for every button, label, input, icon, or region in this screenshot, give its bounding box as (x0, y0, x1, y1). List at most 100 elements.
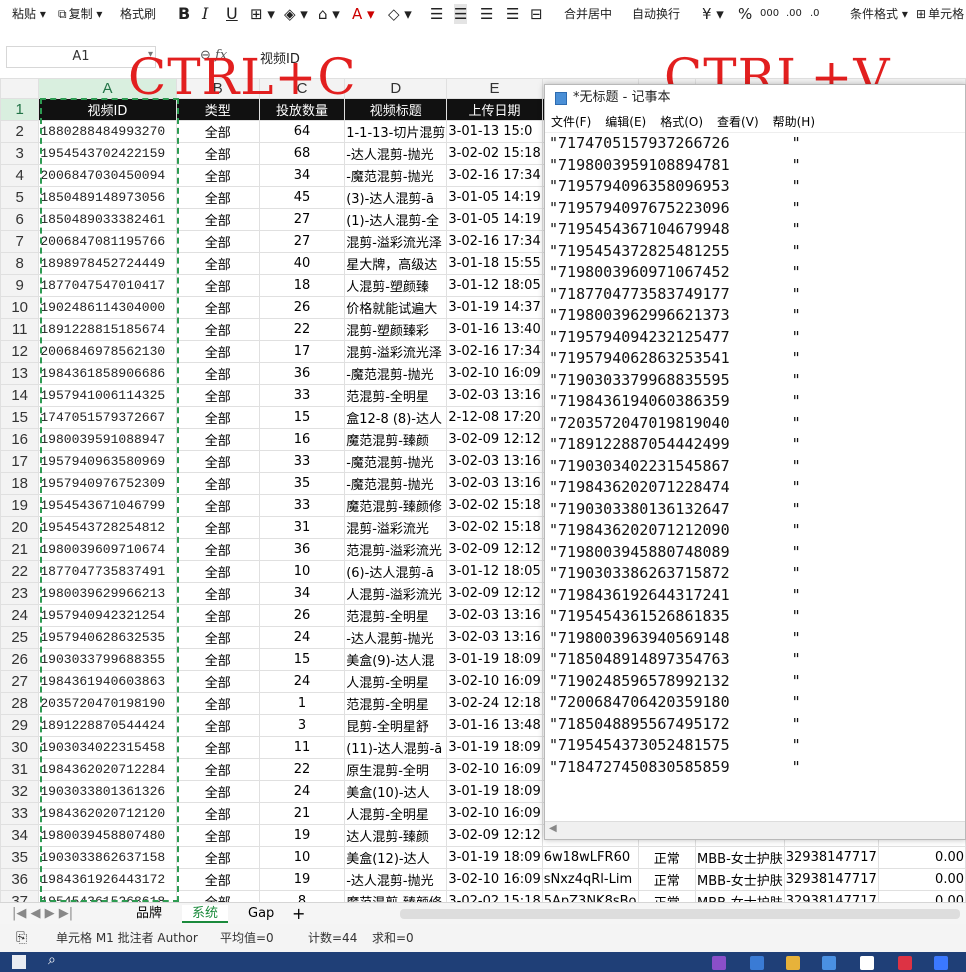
cell[interactable]: 全部 (175, 450, 260, 473)
cell[interactable]: 全部 (175, 208, 260, 231)
cell[interactable]: 26 (258, 296, 346, 319)
cell[interactable]: 21 (258, 802, 346, 825)
cell[interactable]: 16 (258, 428, 346, 451)
app-icon-3[interactable] (860, 956, 874, 970)
cell[interactable]: 全部 (175, 626, 260, 649)
cell[interactable]: 全部 (175, 560, 260, 583)
cell[interactable]: 魔范混剪-臻颜 (344, 428, 448, 451)
cell[interactable]: 2035720470198190 (38, 692, 177, 715)
cell[interactable]: 27 (258, 230, 346, 253)
cell[interactable]: 35 (258, 472, 346, 495)
cell[interactable]: 全部 (175, 142, 260, 165)
row-header[interactable]: 5 (0, 186, 40, 209)
cell[interactable]: 价格就能试遍大 (344, 296, 448, 319)
cell[interactable]: -达人混剪-抛光 (344, 626, 448, 649)
row-header[interactable]: 10 (0, 296, 40, 319)
cell[interactable]: MBB-女士护肤 (695, 890, 785, 902)
row-header[interactable]: 18 (0, 472, 40, 495)
cell[interactable]: -达人混剪-抛光 (344, 868, 448, 891)
cell[interactable]: 1891228815185674 (38, 318, 177, 341)
cell[interactable]: MBB-女士护肤 (695, 846, 785, 869)
cell[interactable]: 全部 (175, 824, 260, 847)
cell[interactable]: 36 (258, 362, 346, 385)
cell[interactable]: 3-02-02 15:18 (446, 494, 543, 517)
notepad-horizontal-scrollbar[interactable]: ◀ (545, 821, 965, 839)
search-icon[interactable]: ⌕ (48, 952, 56, 968)
row-header[interactable]: 23 (0, 582, 40, 605)
cell[interactable]: 1 (258, 692, 346, 715)
cell[interactable]: 全部 (175, 274, 260, 297)
cell[interactable]: 全部 (175, 384, 260, 407)
cell[interactable]: 3-02-09 12:12 (446, 824, 543, 847)
cell[interactable]: 全部 (175, 406, 260, 429)
align-center-icon[interactable]: ☰ (454, 4, 468, 24)
align-left-icon[interactable]: ☰ (430, 4, 443, 24)
cell[interactable]: 达人混剪-臻颜 (344, 824, 448, 847)
cell[interactable]: 1850489148973056 (38, 186, 177, 209)
cell[interactable]: 1984361858906686 (38, 362, 177, 385)
cell[interactable]: 3-02-03 13:16 (446, 450, 543, 473)
cell[interactable]: 1957940963580969 (38, 450, 177, 473)
row-header[interactable]: 7 (0, 230, 40, 253)
cell[interactable]: 2006847081195766 (38, 230, 177, 253)
row-header[interactable]: 36 (0, 868, 40, 891)
cell[interactable]: 3-01-16 13:48 (446, 714, 543, 737)
cell[interactable]: 3-02-09 12:12 (446, 538, 543, 561)
cell[interactable]: 3-01-13 15:0 (446, 120, 543, 143)
row-header[interactable]: 35 (0, 846, 40, 869)
cell[interactable]: 全部 (175, 296, 260, 319)
header-cell[interactable]: 上传日期 (446, 98, 543, 121)
cell[interactable]: 1980039609710674 (38, 538, 177, 561)
cell[interactable]: 1-1-13-切片混剪 (344, 120, 448, 143)
cell[interactable]: 1903033799688355 (38, 648, 177, 671)
cell[interactable]: (1)-达人混剪-全 (344, 208, 448, 231)
row-header[interactable]: 15 (0, 406, 40, 429)
sheet-hscrollbar[interactable] (400, 909, 960, 919)
highlight-icon[interactable]: ⌂ ▾ (318, 4, 340, 24)
row-header[interactable]: 27 (0, 670, 40, 693)
cell[interactable]: 2-12-08 17:20 (446, 406, 543, 429)
cell[interactable]: 3-01-18 15:55 (446, 252, 543, 275)
macro-icon[interactable]: ⎘ (16, 924, 27, 952)
cell[interactable]: 昆剪-全明星舒 (344, 714, 448, 737)
cell[interactable]: 2006847030450094 (38, 164, 177, 187)
row-header[interactable]: 16 (0, 428, 40, 451)
cell[interactable]: 人混剪-塑颜臻 (344, 274, 448, 297)
cell[interactable]: 1957941006114325 (38, 384, 177, 407)
cell[interactable]: 全部 (175, 538, 260, 561)
row-header[interactable]: 6 (0, 208, 40, 231)
cell[interactable]: 1957940976752309 (38, 472, 177, 495)
row-header[interactable]: 1 (0, 98, 40, 121)
row-header[interactable]: 28 (0, 692, 40, 715)
cell[interactable]: 3-02-10 16:09 (446, 362, 543, 385)
notepad-text-area[interactable]: "7174705157937266726 " "719800395910889478… (545, 133, 965, 803)
cell[interactable]: 5ApZ3NK8sBo (541, 890, 639, 902)
scroll-left-icon[interactable]: ◀ (549, 823, 557, 834)
cell[interactable]: 31 (258, 516, 346, 539)
row-header[interactable]: 11 (0, 318, 40, 341)
cell[interactable]: 全部 (175, 648, 260, 671)
cell[interactable]: 1957940942321254 (38, 604, 177, 627)
cell[interactable]: 美盒(9)-达人混 (344, 648, 448, 671)
row-header[interactable]: 34 (0, 824, 40, 847)
cell[interactable]: 1902486114304000 (38, 296, 177, 319)
notepad-menu-item[interactable]: 帮助(H) (773, 115, 815, 129)
cell[interactable]: sNxz4qRl-Lim (541, 868, 639, 891)
cell[interactable]: 1980039458807480 (38, 824, 177, 847)
cell[interactable]: 1898978452724449 (38, 252, 177, 275)
cell[interactable]: 1903034022315458 (38, 736, 177, 759)
cell[interactable]: 全部 (175, 230, 260, 253)
cell[interactable]: 1903033801361326 (38, 780, 177, 803)
windows-start-icon[interactable] (12, 955, 26, 969)
cell[interactable]: 3-02-16 17:34 (446, 164, 543, 187)
cell[interactable]: 正常 (637, 846, 697, 869)
cell[interactable]: 15 (258, 648, 346, 671)
cell[interactable]: 正常 (637, 868, 697, 891)
app-icon[interactable] (750, 956, 764, 970)
cell[interactable]: 人混剪-全明星 (344, 670, 448, 693)
cell[interactable]: 18 (258, 274, 346, 297)
cell[interactable]: 3-01-12 18:05 (446, 560, 543, 583)
row-header[interactable]: 20 (0, 516, 40, 539)
cell[interactable]: 全部 (175, 604, 260, 627)
cell[interactable]: 全部 (175, 252, 260, 275)
